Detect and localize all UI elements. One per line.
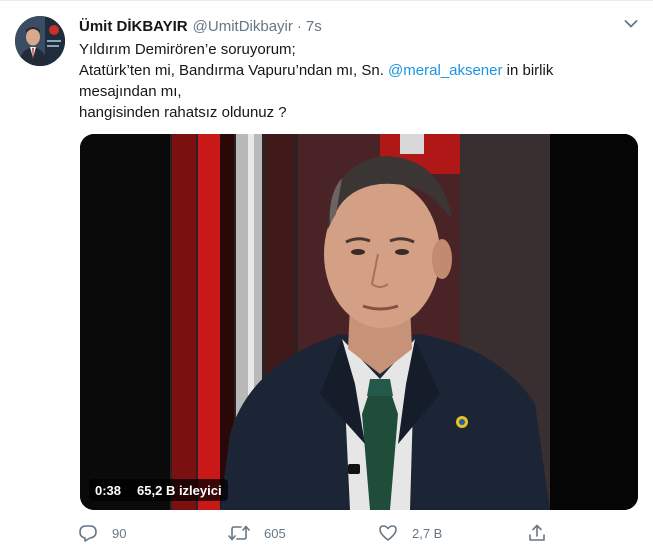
retweet-button[interactable]: 605: [228, 521, 286, 545]
tweet-text-segment: in birlik: [502, 62, 554, 79]
mention-link[interactable]: @meral_aksener: [388, 62, 502, 79]
like-count: 2,7 B: [412, 525, 443, 541]
reply-button[interactable]: 90: [78, 521, 126, 545]
reply-icon: [78, 523, 112, 543]
video-view-count: 65,2 B izleyici: [137, 482, 222, 498]
reply-count: 90: [112, 525, 127, 541]
heart-icon: [378, 523, 412, 543]
tweet-text-line: Atatürk’ten mi, Bandırma Vapuru’ndan mı,…: [79, 60, 629, 81]
tweet-text: Yıldırım Demirören’e soruyorum; Atatürk’…: [79, 39, 629, 123]
retweet-count: 605: [264, 525, 286, 541]
share-icon: [527, 523, 561, 543]
tweet-timestamp[interactable]: 7s: [306, 18, 322, 35]
tweet-text-line: hangisinden rahatsız oldunuz ?: [79, 104, 287, 121]
video-info-badge: 0:38 65,2 B izleyici: [89, 479, 228, 501]
avatar[interactable]: [15, 16, 65, 66]
tweet-card[interactable]: Ümit DİKBAYIR @UmitDikbayir · 7s Yıldırı…: [0, 0, 653, 553]
tweet-text-line: mesajından mı,: [79, 83, 182, 100]
chevron-down-icon[interactable]: [624, 17, 638, 31]
tweet-text-line: Yıldırım Demirören’e soruyorum;: [79, 41, 296, 58]
video-player[interactable]: [80, 134, 638, 510]
retweet-icon: [228, 523, 264, 543]
tweet-actions: 90 605 2,7 B: [78, 521, 558, 545]
author-handle[interactable]: @UmitDikbayir: [193, 18, 293, 35]
video-duration: 0:38: [95, 482, 122, 498]
share-button[interactable]: [527, 521, 561, 545]
tweet-header: Ümit DİKBAYIR @UmitDikbayir · 7s: [79, 16, 322, 36]
separator-dot: ·: [296, 17, 302, 35]
tweet-text-segment: Atatürk’ten mi, Bandırma Vapuru’ndan mı,…: [79, 62, 389, 79]
author-name[interactable]: Ümit DİKBAYIR: [79, 18, 188, 35]
like-button[interactable]: 2,7 B: [378, 521, 442, 545]
